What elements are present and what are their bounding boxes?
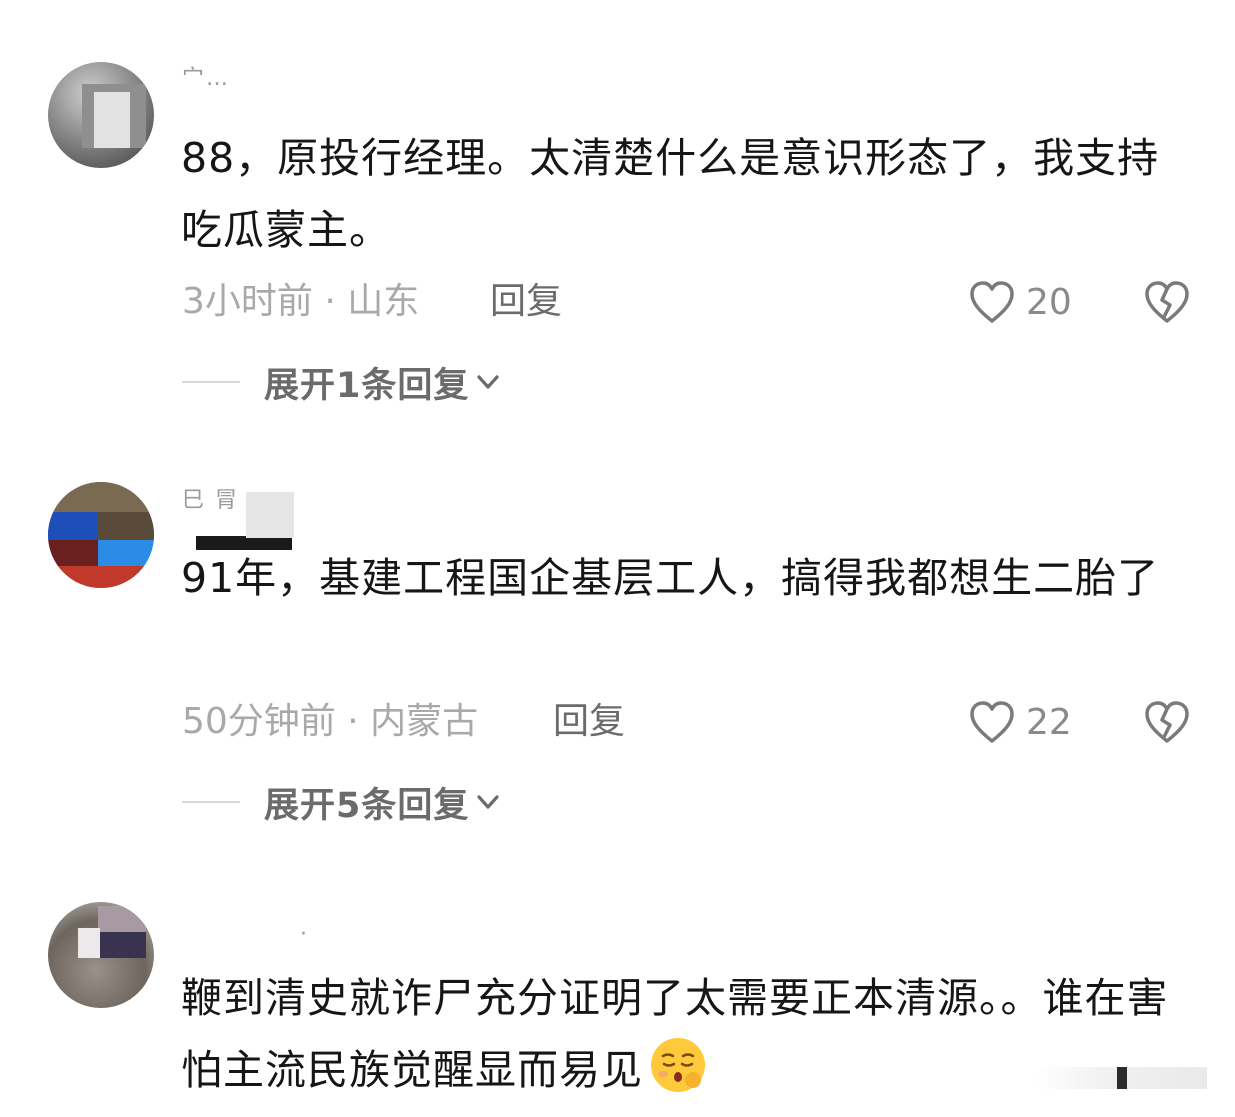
chevron-down-icon [477, 375, 499, 389]
avatar-redaction-block [48, 540, 98, 566]
expand-replies-button[interactable]: 展开1条回复 [182, 357, 501, 407]
avatar-redaction-block [78, 928, 100, 958]
avatar[interactable] [48, 62, 154, 168]
broken-heart-icon [1145, 281, 1189, 323]
expand-replies-button[interactable]: 展开5条回复 [182, 777, 501, 827]
avatar[interactable] [48, 902, 154, 1008]
heart-outline-icon [970, 281, 1014, 323]
like-button[interactable]: 20 [968, 277, 1088, 327]
expand-replies-label: 展开5条回复 [264, 785, 470, 826]
heart-outline-icon [970, 701, 1014, 743]
comment-text: 88，原投行经理。太清楚什么是意识形态了，我支持吃瓜蒙主。 [181, 134, 1160, 254]
expand-replies-label: 展开1条回复 [264, 365, 470, 406]
divider-line [182, 381, 240, 383]
dislike-button[interactable] [1142, 697, 1192, 747]
username-redaction [246, 492, 294, 538]
avatar[interactable] [48, 482, 154, 588]
username[interactable]: 宀… [182, 60, 230, 90]
avatar-redaction-block [48, 566, 154, 588]
avatar-redaction-block [48, 482, 154, 512]
avatar-redaction-block [98, 512, 154, 540]
comment-meta: 50分钟前 · 内蒙古 [182, 701, 479, 742]
avatar-redaction-block [96, 932, 146, 958]
broken-heart-icon [1145, 701, 1189, 743]
username[interactable]: · [300, 922, 309, 952]
scrollbar-thumb[interactable] [1117, 1067, 1127, 1089]
avatar-redaction-block [94, 92, 130, 148]
avatar-redaction-block [98, 540, 154, 566]
pleading-face-emoji [651, 1038, 705, 1092]
comment-meta: 3小时前 · 山东 [182, 281, 420, 322]
divider-line [182, 801, 240, 803]
dislike-button[interactable] [1142, 277, 1192, 327]
like-count: 20 [1026, 281, 1072, 323]
chevron-down-icon [477, 795, 499, 809]
reply-button[interactable]: 回复 [553, 697, 625, 747]
reply-button[interactable]: 回复 [490, 277, 562, 327]
scrollbar[interactable] [1037, 1067, 1207, 1089]
avatar-redaction-block [48, 512, 98, 540]
like-button[interactable]: 22 [968, 697, 1088, 747]
comment-text: 91年，基建工程国企基层工人，搞得我都想生二胎了 [181, 554, 1160, 602]
like-count: 22 [1026, 701, 1072, 743]
